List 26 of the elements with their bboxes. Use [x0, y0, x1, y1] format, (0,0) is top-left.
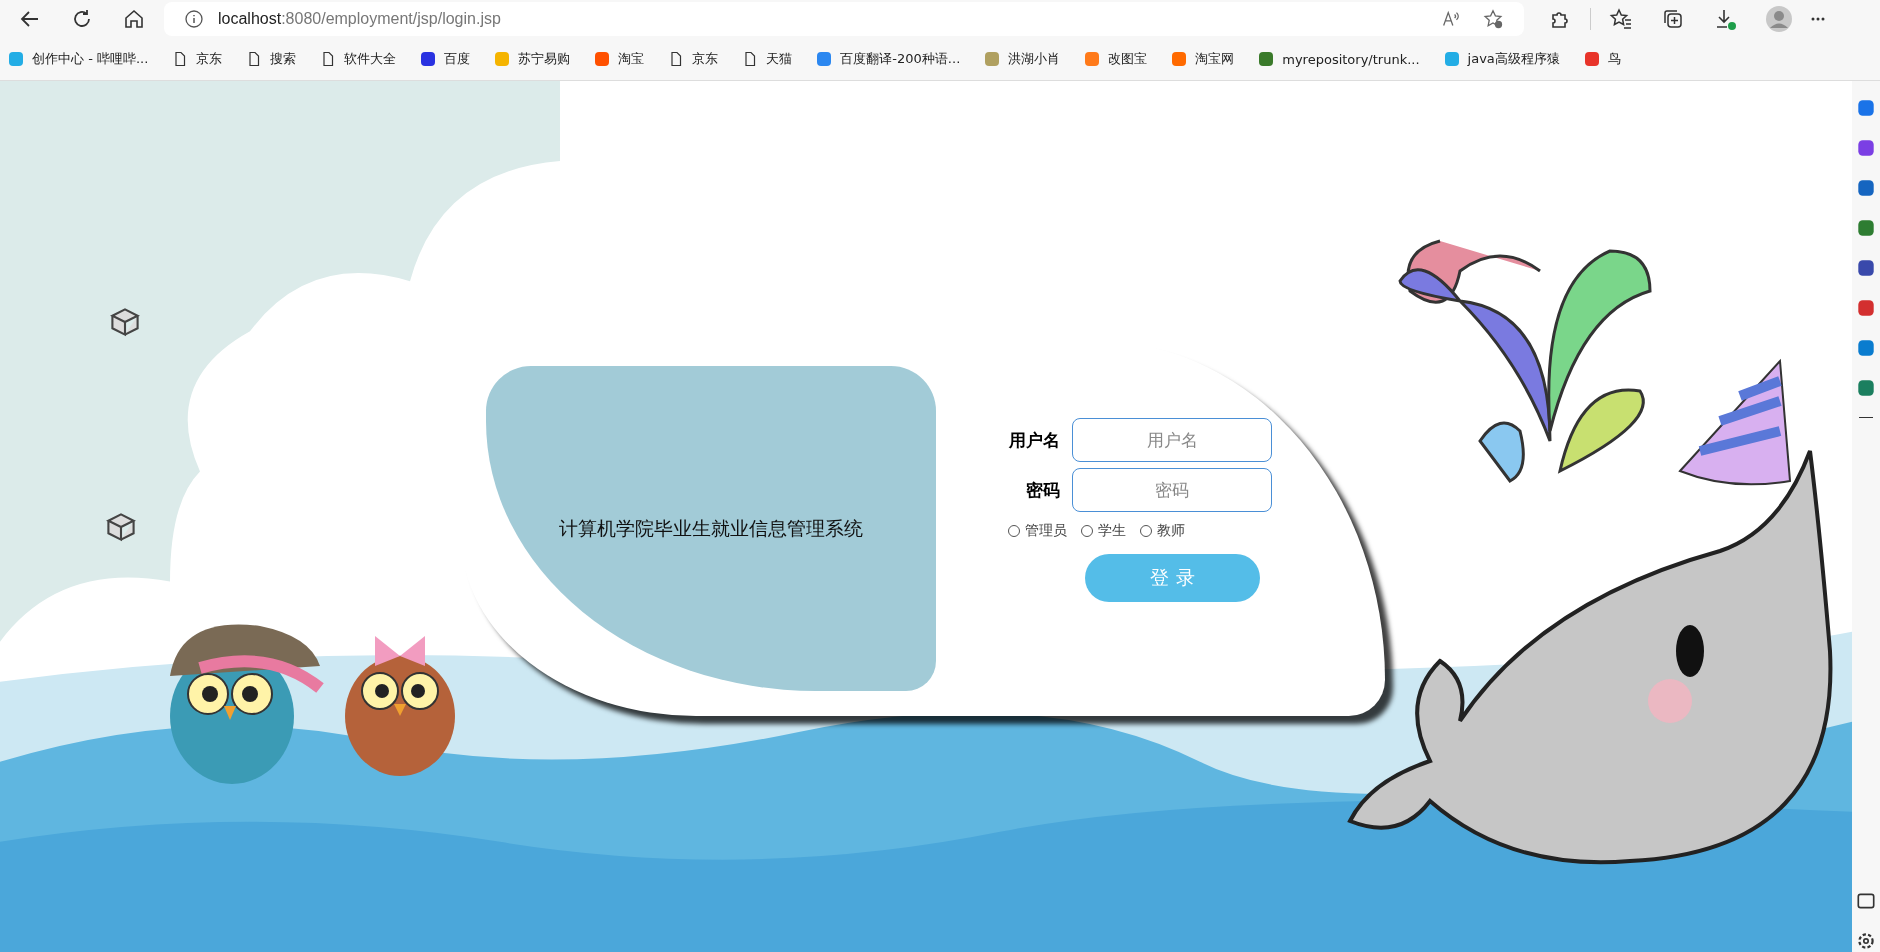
- bookmark[interactable]: 京东: [172, 50, 223, 68]
- bookmark[interactable]: 洪湖小肖: [984, 50, 1061, 68]
- bookmark[interactable]: 创作中心 - 哔哩哔...: [8, 50, 149, 68]
- address-bar[interactable]: localhost:8080/employment/jsp/login.jsp: [164, 2, 1524, 36]
- bookmark[interactable]: 百度翻译-200种语...: [816, 50, 961, 68]
- field-label: 密码: [1025, 478, 1060, 502]
- bookmark[interactable]: 苏宁易购: [494, 50, 571, 68]
- bookmark[interactable]: 鸟: [1583, 50, 1621, 68]
- bookmark[interactable]: myrepository/trunk...: [1258, 51, 1420, 67]
- bookmark[interactable]: 搜索: [246, 50, 297, 68]
- url-text: localhost:8080/employment/jsp/login.jsp: [218, 10, 501, 28]
- bookmark[interactable]: 软件大全: [320, 50, 397, 68]
- input-field[interactable]: 密码: [1072, 468, 1272, 512]
- role-radio[interactable]: 教师: [1140, 522, 1185, 540]
- role-radio[interactable]: 管理员: [1008, 522, 1067, 540]
- input-field[interactable]: 用户名: [1072, 418, 1272, 462]
- bookmark[interactable]: 百度: [420, 50, 471, 68]
- bookmark[interactable]: 京东: [668, 50, 719, 68]
- field-label: 用户名: [1008, 428, 1060, 452]
- bookmark[interactable]: 改图宝: [1084, 50, 1148, 68]
- bookmark[interactable]: java高级程序猿: [1443, 50, 1560, 68]
- role-radio[interactable]: 学生: [1081, 522, 1126, 540]
- bookmark[interactable]: 淘宝网: [1171, 50, 1235, 68]
- system-title: 计算机学院毕业生就业信息管理系统: [559, 515, 863, 541]
- bookmark[interactable]: 淘宝: [594, 50, 645, 68]
- bookmark[interactable]: 天猫: [742, 50, 793, 68]
